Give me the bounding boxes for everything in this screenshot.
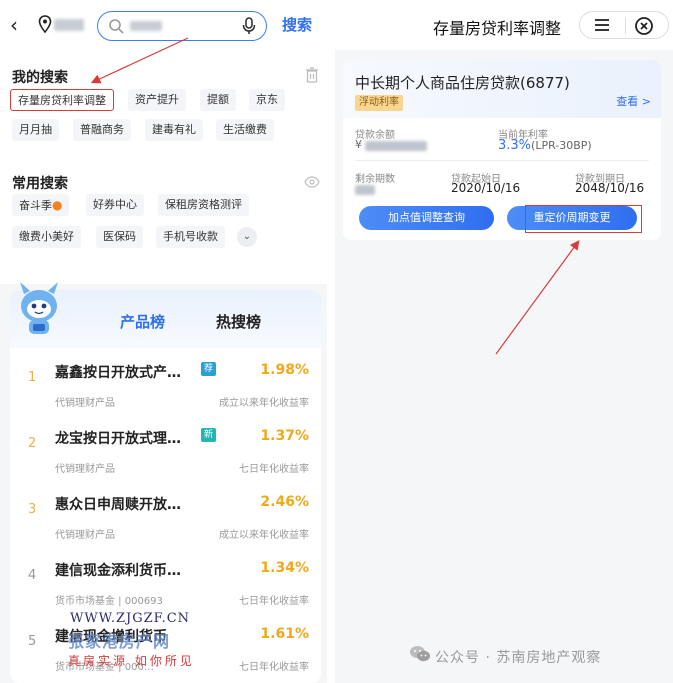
- periods-label: 剩余期数: [355, 174, 395, 185]
- search-placeholder-blurred: [130, 21, 162, 31]
- product-rate: 1.34%: [260, 560, 309, 576]
- wechat-account-label: 公众号 · 苏南房地产观察: [435, 650, 602, 666]
- balance-value-blurred: [365, 141, 427, 151]
- product-category: 货币市场基金 | 000693: [55, 596, 163, 607]
- floating-rate-badge: 浮动利率: [355, 95, 403, 111]
- watermark-slogan: 真房实源 如你所见: [68, 654, 195, 668]
- search-tag[interactable]: 生活缴费: [216, 119, 274, 141]
- rank-number: 4: [28, 568, 37, 583]
- back-icon[interactable]: ‹: [10, 14, 30, 36]
- ranking-row[interactable]: 2 龙宝按日开放式理… 新 1.37% 代销理财产品 七日年化收益率: [10, 422, 321, 488]
- ranking-header: 产品榜 热搜榜: [10, 282, 321, 348]
- view-link[interactable]: 查看 >: [616, 93, 651, 109]
- my-search-title: 我的搜索: [12, 70, 68, 86]
- balance-currency: ¥: [355, 138, 362, 151]
- product-name: 嘉鑫按日开放式产…: [55, 365, 181, 381]
- search-tag[interactable]: 医保码: [96, 226, 143, 248]
- search-tag[interactable]: 好券中心: [86, 194, 144, 216]
- search-tag[interactable]: 奋斗季●: [12, 194, 70, 216]
- search-icon: [109, 19, 124, 34]
- product-rate: 1.61%: [260, 626, 309, 642]
- left-screenshot: ‹ 搜索 我的搜索 存量房贷利率调整 资产提升 提额 京东 月月抽 普融商务 建…: [0, 0, 327, 683]
- search-button[interactable]: 搜索: [282, 14, 312, 35]
- tab-product-ranking[interactable]: 产品榜: [120, 311, 165, 332]
- product-name: 惠众日申周赎开放…: [55, 497, 181, 513]
- mascot-icon: [20, 282, 58, 334]
- rate-value: 3.3%: [498, 138, 532, 153]
- recommend-badge: 荐: [201, 362, 217, 376]
- ranking-row[interactable]: 3 惠众日申周赎开放… 2.46% 代销理财产品 成立以来年化收益率: [10, 488, 321, 554]
- product-category: 代销理财产品: [55, 530, 115, 541]
- search-tag[interactable]: 手机号收款: [156, 226, 225, 248]
- right-screenshot: 存量房贷利率调整 中长期个人商品住房贷款(6877) 浮动利率 查看 > 贷款余…: [335, 0, 673, 683]
- mini-app-header: 存量房贷利率调整: [335, 0, 673, 50]
- new-badge: 新: [201, 428, 217, 442]
- product-category: 代销理财产品: [55, 464, 115, 475]
- product-rate: 1.98%: [260, 362, 309, 378]
- search-input[interactable]: [97, 11, 267, 41]
- search-tag-label: 奋斗季: [19, 199, 52, 212]
- search-tag[interactable]: 京东: [249, 89, 285, 111]
- markup-query-button[interactable]: 加点值调整查询: [359, 206, 494, 230]
- start-date-value: 2020/10/16: [451, 181, 521, 195]
- rate-description: 七日年化收益率: [239, 464, 309, 475]
- annotation-highlight-box: [525, 205, 642, 233]
- rate-description: 成立以来年化收益率: [219, 530, 309, 541]
- rank-number: 5: [28, 634, 37, 649]
- tab-hot-search[interactable]: 热搜榜: [216, 311, 261, 332]
- close-icon[interactable]: [634, 16, 654, 36]
- product-rate: 2.46%: [260, 494, 309, 510]
- capsule-menu: [579, 11, 669, 39]
- search-tag[interactable]: 资产提升: [128, 89, 186, 111]
- search-tag[interactable]: 普融商务: [73, 119, 131, 141]
- location-pin-icon[interactable]: [38, 15, 52, 35]
- ranking-row[interactable]: 1 嘉鑫按日开放式产… 荐 1.98% 代销理财产品 成立以来年化收益率: [10, 356, 321, 422]
- rate-description: 七日年化收益率: [239, 662, 309, 673]
- watermark-name: 张家港房产网: [68, 632, 171, 651]
- common-search-title: 常用搜索: [12, 176, 68, 192]
- search-tag[interactable]: 缴费小美好: [12, 226, 81, 248]
- rate-detail: (LPR-30BP): [531, 139, 592, 152]
- loan-title: 中长期个人商品住房贷款(6877): [355, 74, 570, 92]
- search-tag[interactable]: 月月抽: [12, 119, 59, 141]
- flame-icon: ●: [52, 198, 63, 212]
- microphone-icon[interactable]: [242, 17, 256, 35]
- rank-number: 1: [28, 370, 37, 385]
- loan-card: 中长期个人商品住房贷款(6877) 浮动利率 查看 > 贷款余额 ¥ 当前年利率…: [343, 60, 661, 240]
- rate-value-group: 3.3%(LPR-30BP): [498, 138, 592, 153]
- search-tag[interactable]: 提额: [200, 89, 236, 111]
- search-tag[interactable]: 保租房资格测评: [158, 194, 249, 216]
- chevron-down-icon[interactable]: ⌄: [237, 227, 257, 247]
- eye-icon[interactable]: [304, 176, 320, 188]
- capsule-divider: [625, 18, 626, 34]
- divider: [355, 160, 649, 161]
- search-tag[interactable]: 建毒有礼: [145, 119, 203, 141]
- rate-description: 成立以来年化收益率: [219, 398, 309, 409]
- page-title: 存量房贷利率调整: [433, 19, 562, 38]
- location-name-blurred: [54, 19, 84, 31]
- product-name: 建信现金添利货币…: [55, 563, 181, 579]
- end-date-value: 2048/10/16: [575, 181, 645, 195]
- wechat-icon: [410, 646, 430, 662]
- rate-description: 七日年化收益率: [239, 596, 309, 607]
- periods-value-blurred: [355, 185, 375, 195]
- search-page: ‹ 搜索 我的搜索 存量房贷利率调整 资产提升 提额 京东 月月抽 普融商务 建…: [0, 0, 327, 284]
- menu-icon[interactable]: [594, 18, 610, 32]
- trash-icon[interactable]: [305, 67, 319, 83]
- rank-number: 3: [28, 502, 37, 517]
- watermark-url: WWW.ZJGZF.CN: [70, 611, 191, 626]
- product-rate: 1.37%: [260, 428, 309, 444]
- loan-card-header: 中长期个人商品住房贷款(6877) 浮动利率 查看 >: [343, 60, 661, 118]
- panel-divider: [327, 0, 335, 683]
- rank-number: 2: [28, 436, 37, 451]
- product-name: 龙宝按日开放式理…: [55, 431, 181, 447]
- search-tag-mortgage-rate[interactable]: 存量房贷利率调整: [10, 89, 114, 111]
- product-category: 代销理财产品: [55, 398, 115, 409]
